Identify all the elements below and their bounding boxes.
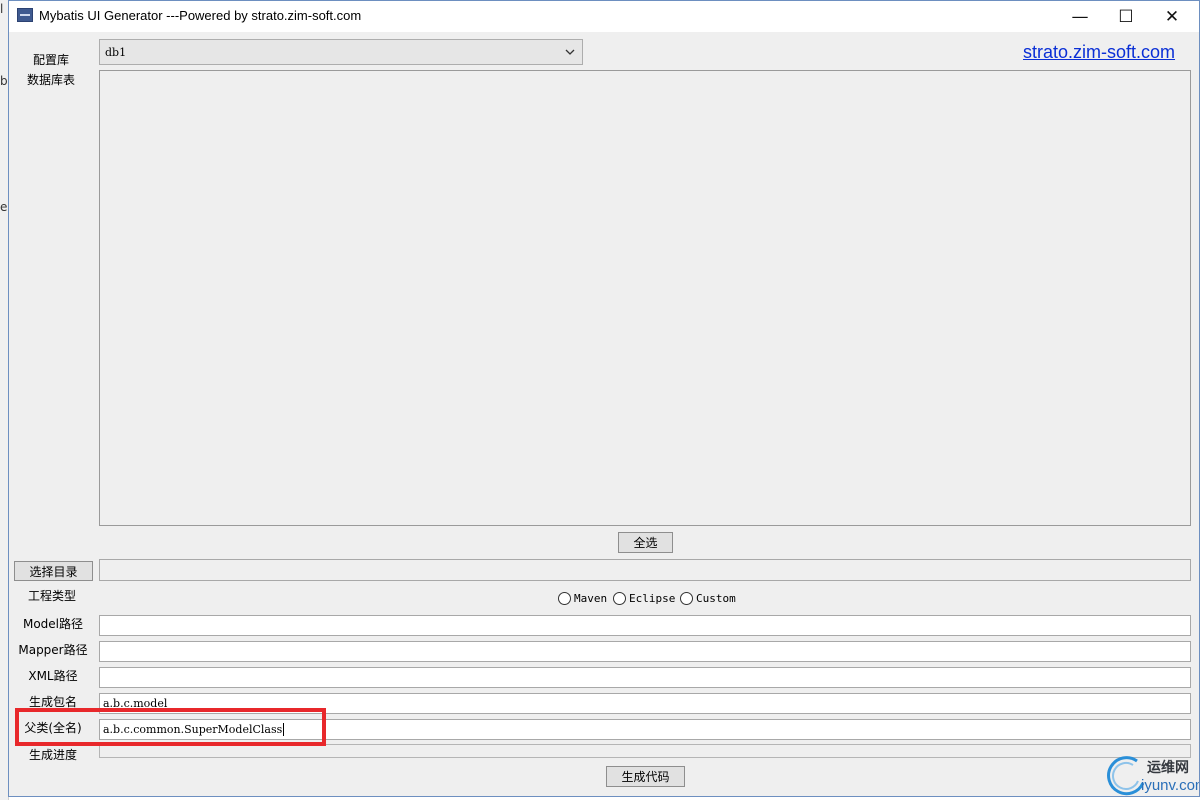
website-link[interactable]: strato.zim-soft.com — [1023, 42, 1175, 63]
choose-directory-button[interactable]: 选择目录 — [14, 561, 93, 581]
maximize-button[interactable]: ☐ — [1103, 1, 1149, 32]
app-icon — [17, 8, 33, 22]
background-letter: e — [0, 200, 8, 214]
close-icon: ✕ — [1164, 6, 1180, 27]
table-list[interactable] — [99, 70, 1191, 526]
mapper-path-label: Mapper路径 — [18, 643, 88, 657]
watermark-cn: 运维网 — [1147, 760, 1189, 776]
generate-code-button[interactable]: 生成代码 — [606, 766, 685, 787]
xml-path-input[interactable] — [99, 667, 1191, 688]
minimize-button[interactable]: — — [1057, 1, 1103, 32]
model-path-input[interactable] — [99, 615, 1191, 636]
xml-path-label: XML路径 — [28, 669, 78, 683]
chevron-down-icon — [565, 49, 575, 55]
radio-label: Custom — [696, 592, 736, 605]
background-letter: b — [0, 74, 8, 88]
maximize-icon: ☐ — [1118, 6, 1134, 27]
directory-field — [99, 559, 1191, 581]
radio-circle — [558, 592, 571, 605]
background-letter: l — [0, 2, 4, 16]
radio-label: Maven — [574, 592, 608, 605]
model-path-label: Model路径 — [22, 617, 84, 631]
radio-maven[interactable]: Maven — [558, 592, 607, 605]
select-all-button[interactable]: 全选 — [618, 532, 673, 553]
minimize-icon: — — [1071, 6, 1089, 27]
radio-label: Eclipse — [629, 592, 676, 605]
annotation-highlight-box — [15, 708, 326, 746]
title-bar[interactable]: Mybatis UI Generator ---Powered by strat… — [9, 1, 1199, 32]
radio-custom[interactable]: Custom — [680, 592, 736, 605]
config-select[interactable]: db1 — [99, 39, 583, 65]
config-select-value: db1 — [105, 46, 127, 59]
radio-eclipse[interactable]: Eclipse — [613, 592, 675, 605]
watermark-logo: 运维网 iyunv.com — [1103, 753, 1199, 796]
config-label: 配置库 — [32, 53, 69, 67]
project-type-label: 工程类型 — [27, 589, 76, 603]
mapper-path-input[interactable] — [99, 641, 1191, 662]
window-title: Mybatis UI Generator ---Powered by strat… — [39, 8, 362, 23]
main-window: Mybatis UI Generator ---Powered by strat… — [8, 0, 1200, 797]
progress-label: 生成进度 — [28, 748, 77, 762]
close-button[interactable]: ✕ — [1149, 1, 1195, 32]
progress-bar — [99, 744, 1191, 758]
radio-circle — [680, 592, 693, 605]
radio-circle — [613, 592, 626, 605]
tables-label: 数据库表 — [26, 73, 75, 87]
watermark-domain: iyunv.com — [1141, 777, 1199, 794]
